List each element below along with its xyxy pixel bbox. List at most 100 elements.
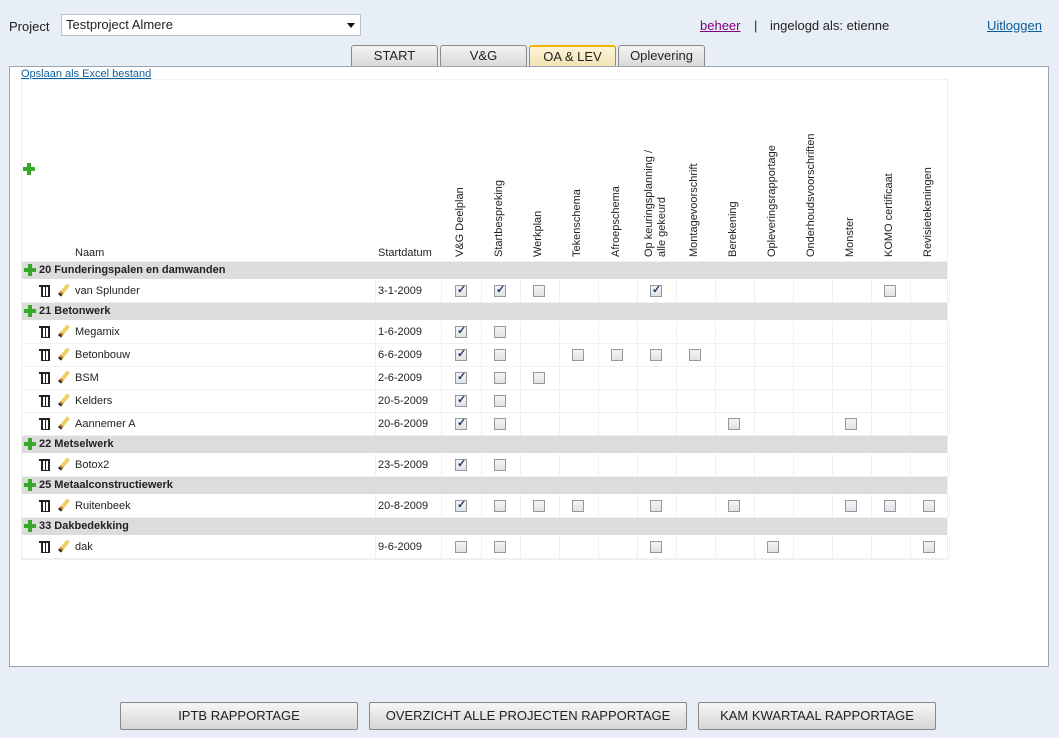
pencil-icon[interactable] [57,539,71,553]
tab-vg[interactable]: V&G [440,45,527,67]
add-icon[interactable] [24,264,36,276]
cell-divider [754,454,755,477]
status-checkbox[interactable] [455,347,467,361]
cell-divider [832,321,833,344]
status-checkbox[interactable] [884,500,896,512]
status-checkbox[interactable] [455,283,467,297]
cell-divider [481,280,482,303]
status-checkbox[interactable] [494,326,506,338]
status-checkbox[interactable] [494,372,506,384]
add-icon[interactable] [24,305,36,317]
add-icon[interactable] [24,438,36,450]
status-checkbox[interactable] [455,393,467,407]
status-checkbox[interactable] [494,283,506,297]
trash-icon[interactable] [39,417,50,430]
project-label: Project [9,19,50,34]
trash-icon[interactable] [39,348,50,361]
cell-divider [441,495,442,518]
trash-icon[interactable] [39,325,50,338]
cell-divider [949,344,950,367]
column-header-label: V&G Deelplan [454,187,466,257]
pencil-icon[interactable] [57,283,71,297]
column-header-label: Revisietekeningen [922,167,934,257]
cell-divider [715,390,716,413]
status-checkbox[interactable] [494,459,506,471]
status-checkbox[interactable] [455,416,467,430]
status-checkbox[interactable] [845,500,857,512]
status-checkbox[interactable] [494,418,506,430]
status-checkbox[interactable] [494,500,506,512]
status-checkbox[interactable] [494,349,506,361]
table-row: Aannemer A 20-6-2009 [22,413,950,436]
status-checkbox[interactable] [494,395,506,407]
add-icon[interactable] [24,479,36,491]
status-checkbox[interactable] [455,370,467,384]
cell-divider [375,280,376,303]
column-header-label: Onderhoudsvoorschriften [805,133,817,257]
project-select[interactable]: Testproject Almere [61,14,361,36]
status-checkbox[interactable] [923,541,935,553]
status-checkbox[interactable] [455,324,467,338]
add-icon[interactable] [24,520,36,532]
status-checkbox[interactable] [572,500,584,512]
status-checkbox[interactable] [650,541,662,553]
iptb-report-button[interactable]: IPTB RAPPORTAGE [120,702,358,730]
supplier-name: BSM [75,372,99,384]
status-checkbox[interactable] [572,349,584,361]
status-checkbox[interactable] [884,285,896,297]
admin-link[interactable]: beheer [700,18,740,33]
pencil-icon[interactable] [57,498,71,512]
trash-icon[interactable] [39,284,50,297]
tab-oa-lev[interactable]: OA & LEV [529,45,616,67]
status-checkbox[interactable] [650,349,662,361]
trash-icon[interactable] [39,499,50,512]
main-panel: Opslaan als Excel bestand Naam Startdatu… [9,66,1049,667]
pencil-icon[interactable] [57,457,71,471]
add-icon[interactable] [23,163,35,175]
trash-icon[interactable] [39,371,50,384]
cell-divider [598,413,599,436]
group-row: 25 Metaalconstructiewerk [22,477,947,495]
cell-divider [637,390,638,413]
cell-divider [910,280,911,303]
status-checkbox[interactable] [533,285,545,297]
status-checkbox[interactable] [533,500,545,512]
status-checkbox[interactable] [533,372,545,384]
status-checkbox[interactable] [455,541,467,553]
pencil-icon[interactable] [57,324,71,338]
supplier-name: Botox2 [75,459,110,471]
cell-divider [520,344,521,367]
tab-oplevering[interactable]: Oplevering [618,45,705,67]
cell-divider [793,413,794,436]
status-checkbox[interactable] [767,541,779,553]
status-checkbox[interactable] [494,541,506,553]
cell-divider [637,367,638,390]
trash-icon[interactable] [39,540,50,553]
logged-in-user: ingelogd als: etienne [770,18,890,33]
status-checkbox[interactable] [650,283,662,297]
status-checkbox[interactable] [455,498,467,512]
tab-start[interactable]: START [351,45,438,67]
status-checkbox[interactable] [845,418,857,430]
status-checkbox[interactable] [455,457,467,471]
logout-link[interactable]: Uitloggen [987,18,1042,33]
pencil-icon[interactable] [57,347,71,361]
status-checkbox[interactable] [650,500,662,512]
pencil-icon[interactable] [57,370,71,384]
supplier-name: Megamix [75,326,120,338]
pencil-icon[interactable] [57,393,71,407]
status-checkbox[interactable] [923,500,935,512]
cell-divider [559,390,560,413]
status-checkbox[interactable] [728,418,740,430]
pencil-icon[interactable] [57,416,71,430]
status-checkbox[interactable] [689,349,701,361]
status-checkbox[interactable] [728,500,740,512]
all-projects-report-button[interactable]: OVERZICHT ALLE PROJECTEN RAPPORTAGE [369,702,687,730]
status-checkbox[interactable] [611,349,623,361]
trash-icon[interactable] [39,394,50,407]
trash-icon[interactable] [39,458,50,471]
cell-divider [559,367,560,390]
cell-divider [375,536,376,559]
cell-divider [637,413,638,436]
kam-quarterly-report-button[interactable]: KAM KWARTAAL RAPPORTAGE [698,702,936,730]
